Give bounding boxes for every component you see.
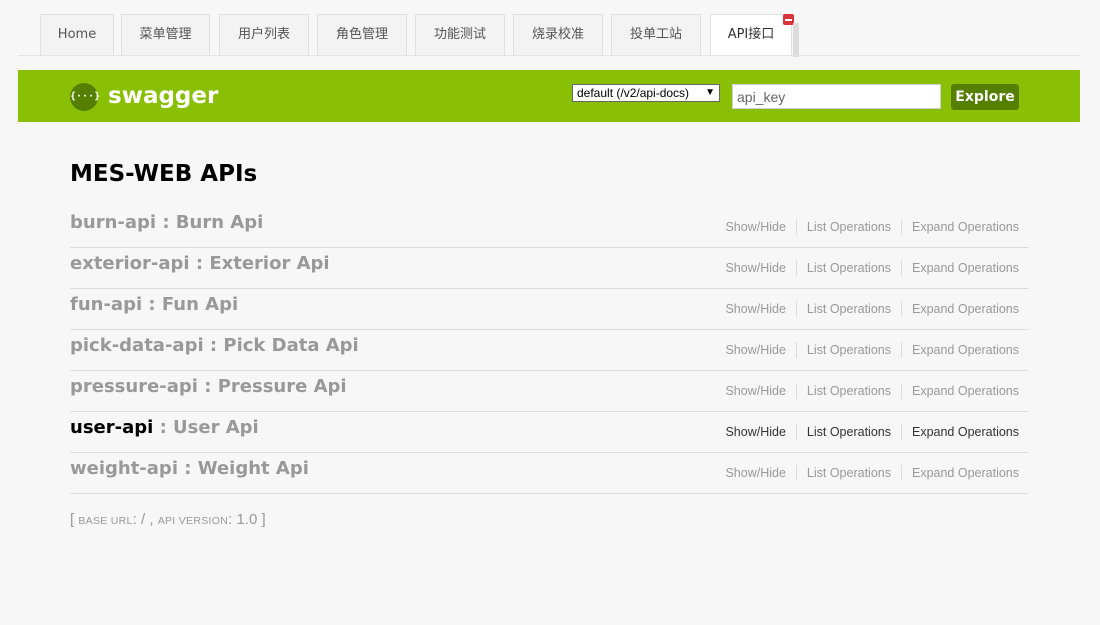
resource-operations: Show/Hide List Operations Expand Operation… [715,424,1029,440]
page-title: MES-WEB APIs [70,161,258,187]
resource-name[interactable]: burn-api [70,212,156,233]
expand-operations-link[interactable]: Expand Operations [900,342,1029,358]
show-hide-link[interactable]: Show/Hide [715,219,795,235]
show-hide-link[interactable]: Show/Hide [715,342,795,358]
resource-heading[interactable]: pressure-api : Pressure Api [70,375,347,399]
explore-button[interactable]: Explore [951,84,1019,110]
show-hide-link[interactable]: Show/Hide [715,465,795,481]
expand-operations-link[interactable]: Expand Operations [900,465,1029,481]
resource-pick-data-api: pick-data-api : Pick Data Api Show/Hide L… [70,330,1029,371]
resource-heading[interactable]: burn-api : Burn Api [70,211,263,235]
resource-name[interactable]: pick-data-api [70,335,204,356]
resource-operations: Show/Hide List Operations Expand Operation… [715,383,1029,399]
tab-api-interface[interactable]: API接口 [710,14,799,57]
resource-description: : Burn Api [162,212,264,233]
resource-name[interactable]: pressure-api [70,376,198,397]
expand-operations-link[interactable]: Expand Operations [900,219,1029,235]
swagger-logo-icon: {···} [70,83,100,111]
resource-name[interactable]: weight-api [70,458,178,479]
expand-operations-link[interactable]: Expand Operations [900,260,1029,276]
resource-name[interactable]: exterior-api [70,253,190,274]
close-bracket: ] [261,511,266,528]
base-url-label: BASE URL [78,515,133,527]
swagger-header: {···} swagger default (/v2/api-docs) ▼ E… [18,70,1080,122]
show-hide-link[interactable]: Show/Hide [715,424,795,440]
expand-operations-link[interactable]: Expand Operations [900,424,1029,440]
resource-weight-api: weight-api : Weight Api Show/Hide List Op… [70,453,1029,494]
resource-exterior-api: exterior-api : Exterior Api Show/Hide Lis… [70,248,1029,289]
tab-home[interactable]: Home [40,14,114,55]
resource-description: : Exterior Api [195,253,330,274]
list-operations-link[interactable]: List Operations [795,383,901,399]
api-key-input[interactable] [732,84,941,109]
resource-description: : User Api [159,417,259,438]
resource-heading[interactable]: exterior-api : Exterior Api [70,252,330,276]
list-operations-link[interactable]: List Operations [795,465,901,481]
spec-select-value: default (/v2/api-docs) [577,86,690,100]
tab-user-list[interactable]: 用户列表 [219,14,309,55]
resource-operations: Show/Hide List Operations Expand Operation… [715,260,1029,276]
chevron-down-icon: ▼ [705,87,715,98]
list-operations-link[interactable]: List Operations [795,424,901,440]
expand-operations-link[interactable]: Expand Operations [900,301,1029,317]
resource-description: : Weight Api [184,458,309,479]
swagger-logo-text[interactable]: swagger [108,81,218,111]
tab-order-station[interactable]: 投单工站 [611,14,701,55]
show-hide-link[interactable]: Show/Hide [715,260,795,276]
resource-operations: Show/Hide List Operations Expand Operation… [715,219,1029,235]
resource-user-api: user-api : User Api Show/Hide List Operat… [70,412,1029,453]
tab-scrollbar[interactable] [793,23,799,57]
resource-heading[interactable]: weight-api : Weight Api [70,457,309,481]
spec-select[interactable]: default (/v2/api-docs) ▼ [572,84,720,102]
resource-description: : Pick Data Api [209,335,359,356]
list-operations-link[interactable]: List Operations [795,342,901,358]
show-hide-link[interactable]: Show/Hide [715,301,795,317]
api-version-label: API VERSION [157,515,229,527]
resource-burn-api: burn-api : Burn Api Show/Hide List Operat… [70,207,1029,248]
tab-bar: Home 菜单管理 用户列表 角色管理 功能测试 烧录校准 投单工站 API接口 [0,0,1100,57]
resource-operations: Show/Hide List Operations Expand Operation… [715,342,1029,358]
tab-menu-management[interactable]: 菜单管理 [121,14,210,55]
expand-operations-link[interactable]: Expand Operations [900,383,1029,399]
tab-burn-calibration[interactable]: 烧录校准 [513,14,603,55]
show-hide-link[interactable]: Show/Hide [715,383,795,399]
resource-operations: Show/Hide List Operations Expand Operation… [715,465,1029,481]
api-version-value: : 1.0 [228,511,258,528]
list-operations-link[interactable]: List Operations [795,260,901,276]
list-operations-link[interactable]: List Operations [795,219,901,235]
resource-operations: Show/Hide List Operations Expand Operation… [715,301,1029,317]
resource-name[interactable]: user-api [70,417,153,438]
resource-heading[interactable]: pick-data-api : Pick Data Api [70,334,359,358]
tab-role-management[interactable]: 角色管理 [317,14,407,55]
open-bracket: [ [70,511,75,528]
list-operations-link[interactable]: List Operations [795,301,901,317]
resource-description: : Fun Api [148,294,239,315]
resource-name[interactable]: fun-api [70,294,142,315]
resource-heading[interactable]: fun-api : Fun Api [70,293,238,317]
resource-fun-api: fun-api : Fun Api Show/Hide List Operatio… [70,289,1029,330]
resource-heading[interactable]: user-api : User Api [70,416,259,440]
tab-function-test[interactable]: 功能测试 [415,14,505,55]
tab-divider [18,55,1080,56]
tab-api-interface-label: API接口 [727,27,775,42]
base-url-value: : / , [132,511,154,528]
api-info-footer: [ BASE URL: / , API VERSION: 1.0 ] [70,510,266,531]
resource-description: : Pressure Api [204,376,347,397]
resource-pressure-api: pressure-api : Pressure Api Show/Hide Lis… [70,371,1029,412]
